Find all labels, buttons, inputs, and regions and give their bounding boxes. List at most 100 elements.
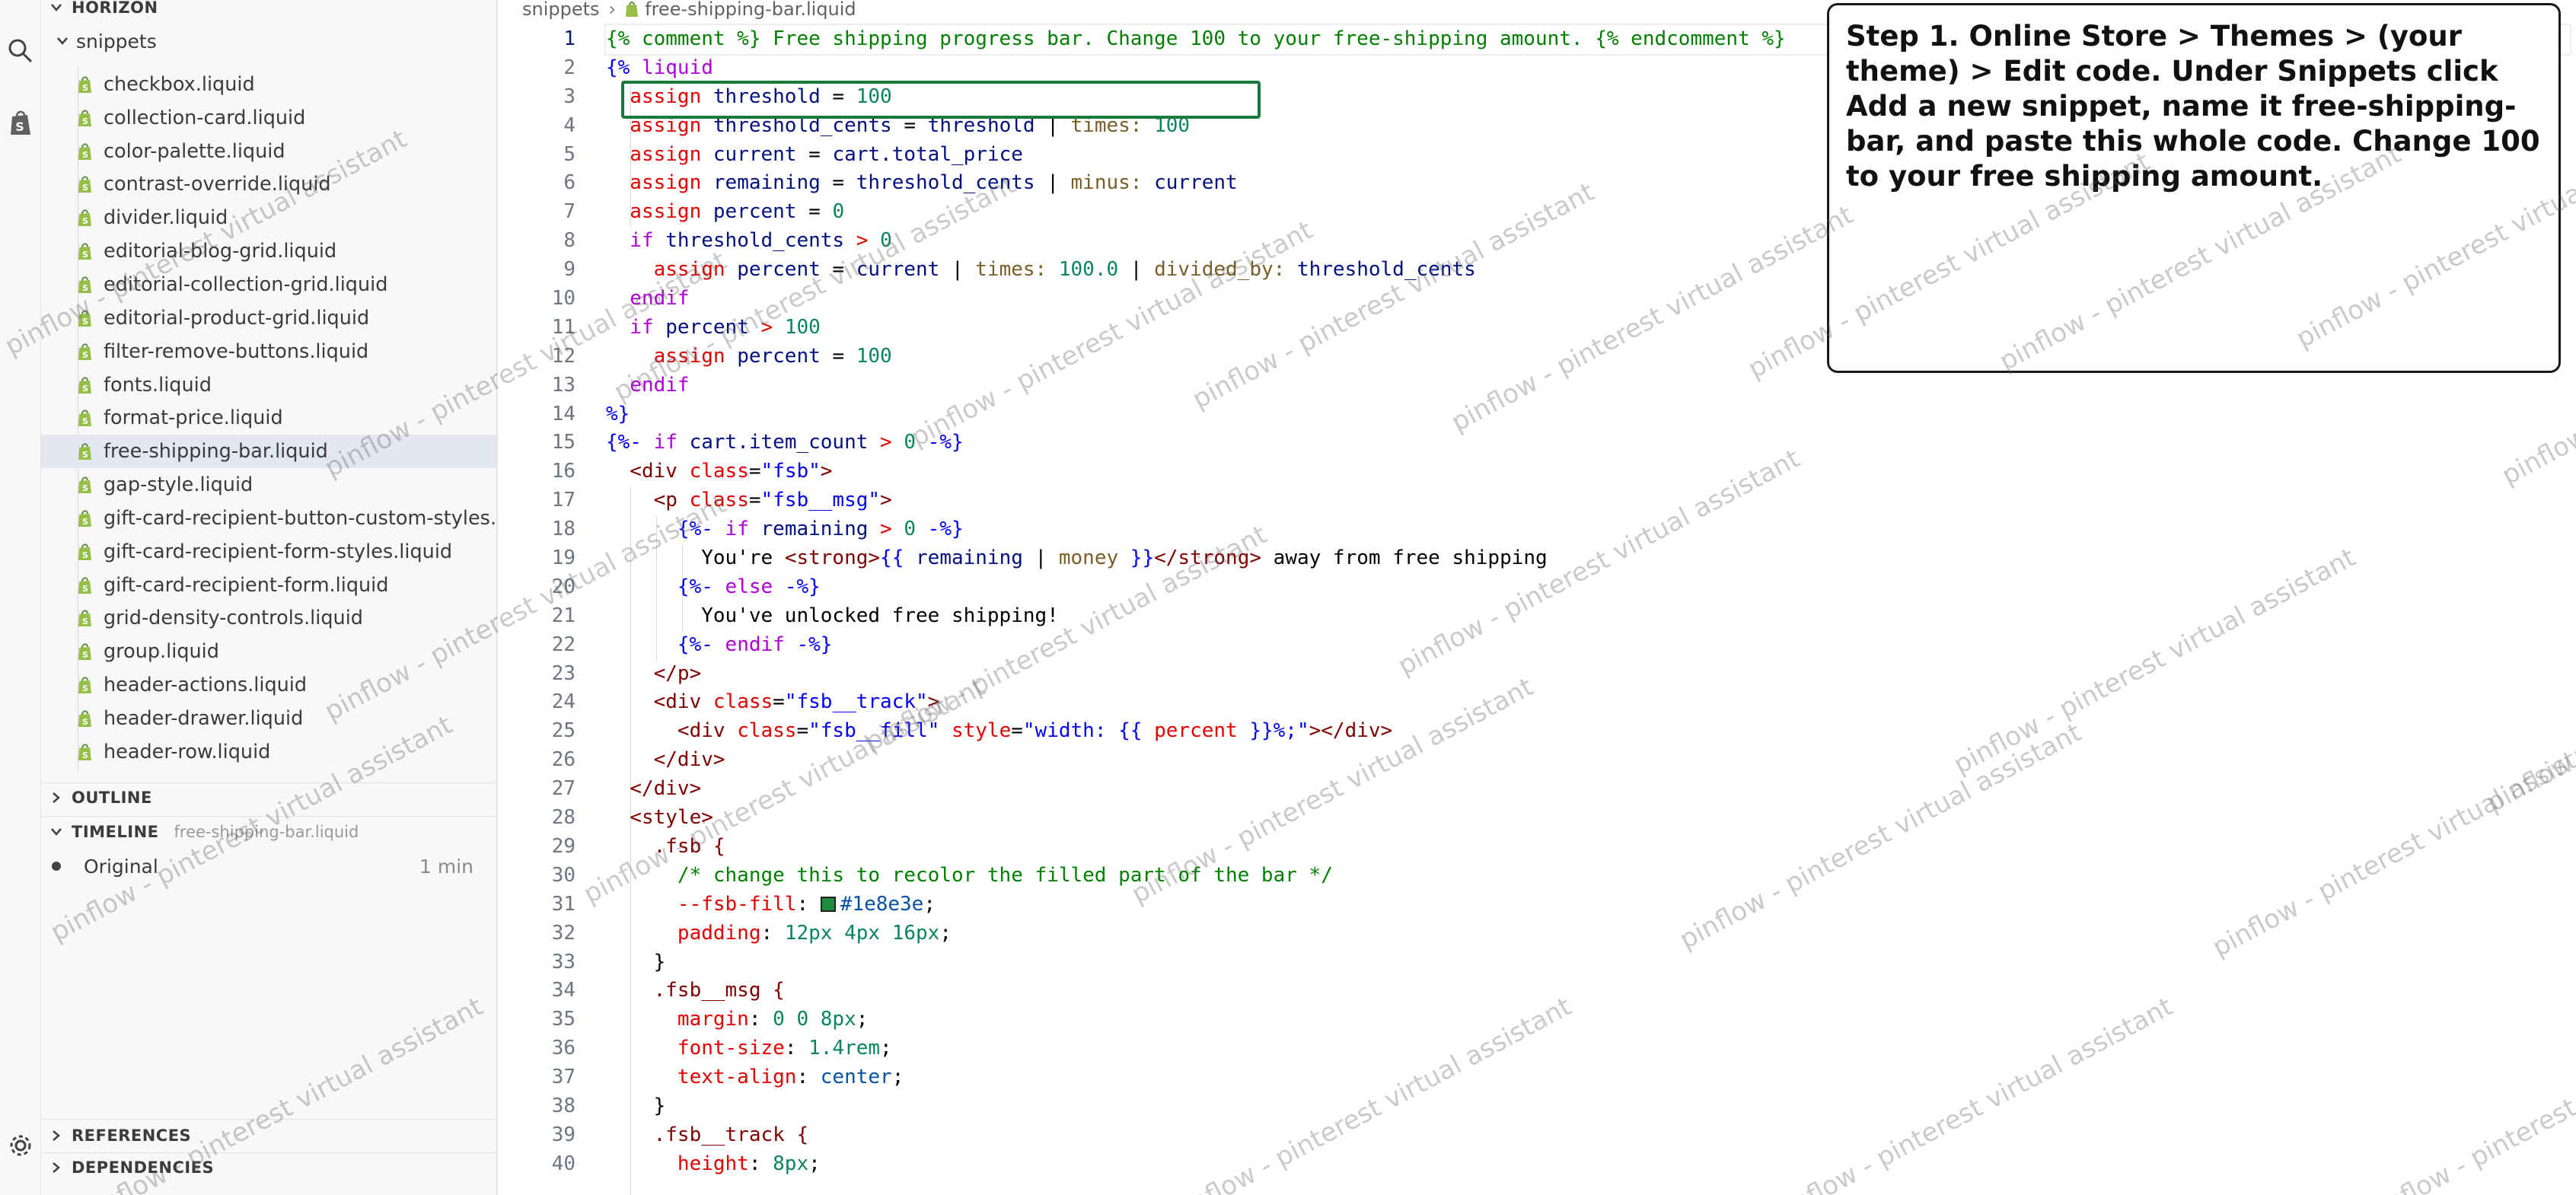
- project-section-header[interactable]: HORIZON: [41, 0, 496, 23]
- code-line[interactable]: height: 8px;: [606, 1150, 2570, 1179]
- code-token: </div>: [606, 777, 702, 801]
- file-item-label: editorial-blog-grid.liquid: [104, 240, 337, 263]
- file-item[interactable]: Sfonts.liquid: [41, 368, 496, 402]
- code-line[interactable]: font-size: 1.4rem;: [606, 1034, 2570, 1063]
- line-number: 12: [551, 344, 575, 368]
- dependencies-section-header[interactable]: DEPENDENCIES: [41, 1152, 496, 1183]
- file-item-label: fonts.liquid: [104, 373, 212, 397]
- code-token: threshold_cents: [665, 229, 845, 253]
- code-line[interactable]: {%- endif -%}: [606, 631, 2570, 660]
- section-divider: [41, 1119, 496, 1120]
- code-token: liquid: [641, 56, 713, 79]
- file-item[interactable]: Scolor-palette.liquid: [41, 135, 496, 168]
- instruction-callout: Step 1. Online Store > Themes > (your th…: [1827, 3, 2561, 373]
- line-number: 39: [551, 1123, 575, 1146]
- file-item[interactable]: Scheckbox.liquid: [41, 68, 496, 101]
- code-token: "fsb__fill": [808, 719, 952, 743]
- references-section-header[interactable]: REFERENCES: [41, 1120, 496, 1151]
- shopify-file-icon: S: [78, 276, 104, 294]
- timeline-entry[interactable]: Original 1 min: [41, 851, 496, 881]
- code-line[interactable]: </div>: [606, 746, 2570, 775]
- code-line[interactable]: <style>: [606, 804, 2570, 833]
- references-label: REFERENCES: [72, 1126, 192, 1145]
- gear-icon[interactable]: [0, 1125, 41, 1166]
- code-token: >: [748, 315, 785, 339]
- file-item-label: filter-remove-buttons.liquid: [104, 339, 369, 363]
- code-line[interactable]: endif: [606, 371, 2570, 400]
- file-item[interactable]: Sheader-row.liquid: [41, 735, 496, 769]
- code-token: {%-: [606, 431, 654, 454]
- file-item-label: gap-style.liquid: [104, 473, 253, 497]
- code-line[interactable]: You're <strong>{{ remaining | money }}</…: [606, 544, 2570, 573]
- file-item[interactable]: Sgrid-density-controls.liquid: [41, 602, 496, 636]
- code-line[interactable]: </p>: [606, 660, 2570, 689]
- code-line[interactable]: <div class="fsb__track">: [606, 688, 2570, 717]
- file-item[interactable]: Sgift-card-recipient-form.liquid: [41, 569, 496, 602]
- file-item[interactable]: Scollection-card.liquid: [41, 101, 496, 135]
- search-icon[interactable]: [0, 30, 41, 72]
- shopify-bag-icon[interactable]: S: [0, 102, 41, 143]
- code-line[interactable]: --fsb-fill: #1e8e3e;: [606, 891, 2570, 919]
- code-line[interactable]: padding: 12px 4px 16px;: [606, 919, 2570, 948]
- code-line[interactable]: <div class="fsb">: [606, 457, 2570, 486]
- file-item[interactable]: Sgap-style.liquid: [41, 468, 496, 502]
- line-number: 9: [563, 258, 575, 282]
- code-line[interactable]: %}: [606, 400, 2570, 429]
- file-item-label: header-drawer.liquid: [104, 706, 304, 730]
- breadcrumb-folder[interactable]: snippets: [522, 0, 600, 20]
- file-item[interactable]: Sdivider.liquid: [41, 201, 496, 234]
- code-token: 8px: [773, 1152, 809, 1175]
- code-token: #1e8e3e: [840, 892, 924, 916]
- file-item[interactable]: Sformat-price.liquid: [41, 401, 496, 435]
- code-line[interactable]: }: [606, 1092, 2570, 1121]
- file-item[interactable]: Sgroup.liquid: [41, 635, 496, 668]
- code-line[interactable]: </div>: [606, 775, 2570, 804]
- code-token: percent: [665, 315, 749, 339]
- code-token: if: [725, 518, 761, 541]
- code-token: endif: [725, 633, 785, 656]
- timeline-section-header[interactable]: TIMELINE free-shipping-bar.liquid: [41, 817, 496, 847]
- code-token: <div: [606, 690, 713, 714]
- code-token: class: [713, 690, 773, 714]
- file-item[interactable]: Seditorial-product-grid.liquid: [41, 301, 496, 335]
- folder-snippets[interactable]: snippets: [41, 26, 496, 56]
- code-token: =: [1011, 719, 1023, 743]
- outline-section-header[interactable]: OUTLINE: [41, 782, 496, 813]
- code-line[interactable]: .fsb {: [606, 833, 2570, 862]
- code-line[interactable]: /* change this to recolor the filled par…: [606, 862, 2570, 891]
- code-token: percent: [737, 258, 821, 282]
- code-token: ;: [923, 892, 936, 916]
- chevron-right-icon: [41, 792, 72, 804]
- code-line[interactable]: .fsb__msg {: [606, 977, 2570, 1005]
- code-token: 100.0: [1047, 258, 1119, 282]
- code-token: threshold_cents: [1285, 258, 1476, 282]
- file-item[interactable]: Seditorial-blog-grid.liquid: [41, 234, 496, 268]
- code-line[interactable]: {%- if remaining > 0 -%}: [606, 515, 2570, 544]
- code-line[interactable]: <div class="fsb__fill" style="width: {{ …: [606, 717, 2570, 746]
- code-token: </div>: [606, 748, 725, 772]
- file-item[interactable]: Sheader-actions.liquid: [41, 668, 496, 702]
- code-token: {%-: [606, 575, 725, 598]
- file-item[interactable]: Seditorial-collection-grid.liquid: [41, 268, 496, 301]
- line-number: 28: [551, 806, 575, 830]
- file-item[interactable]: Sgift-card-recipient-form-styles.liquid: [41, 535, 496, 569]
- code-token: font-size: [606, 1037, 785, 1060]
- file-item[interactable]: Sfilter-remove-buttons.liquid: [41, 335, 496, 368]
- file-item[interactable]: Sfree-shipping-bar.liquid: [41, 435, 496, 469]
- code-line[interactable]: margin: 0 0 8px;: [606, 1005, 2570, 1034]
- code-token: height: [606, 1152, 749, 1175]
- code-line[interactable]: You've unlocked free shipping!: [606, 602, 2570, 631]
- breadcrumb-file[interactable]: free-shipping-bar.liquid: [645, 0, 856, 20]
- code-line[interactable]: text-align: center;: [606, 1063, 2570, 1092]
- color-swatch-icon[interactable]: [820, 896, 836, 912]
- code-line[interactable]: {%- if cart.item_count > 0 -%}: [606, 429, 2570, 457]
- code-line[interactable]: <p class="fsb__msg">: [606, 486, 2570, 515]
- code-token: >: [820, 460, 833, 483]
- file-item[interactable]: Sheader-drawer.liquid: [41, 702, 496, 735]
- code-line[interactable]: {%- else -%}: [606, 573, 2570, 602]
- code-line[interactable]: }: [606, 948, 2570, 977]
- file-item[interactable]: Scontrast-override.liquid: [41, 168, 496, 202]
- file-item[interactable]: Sgift-card-recipient-button-custom-style…: [41, 502, 496, 535]
- code-line[interactable]: .fsb__track {: [606, 1121, 2570, 1150]
- svg-text:S: S: [15, 120, 24, 134]
